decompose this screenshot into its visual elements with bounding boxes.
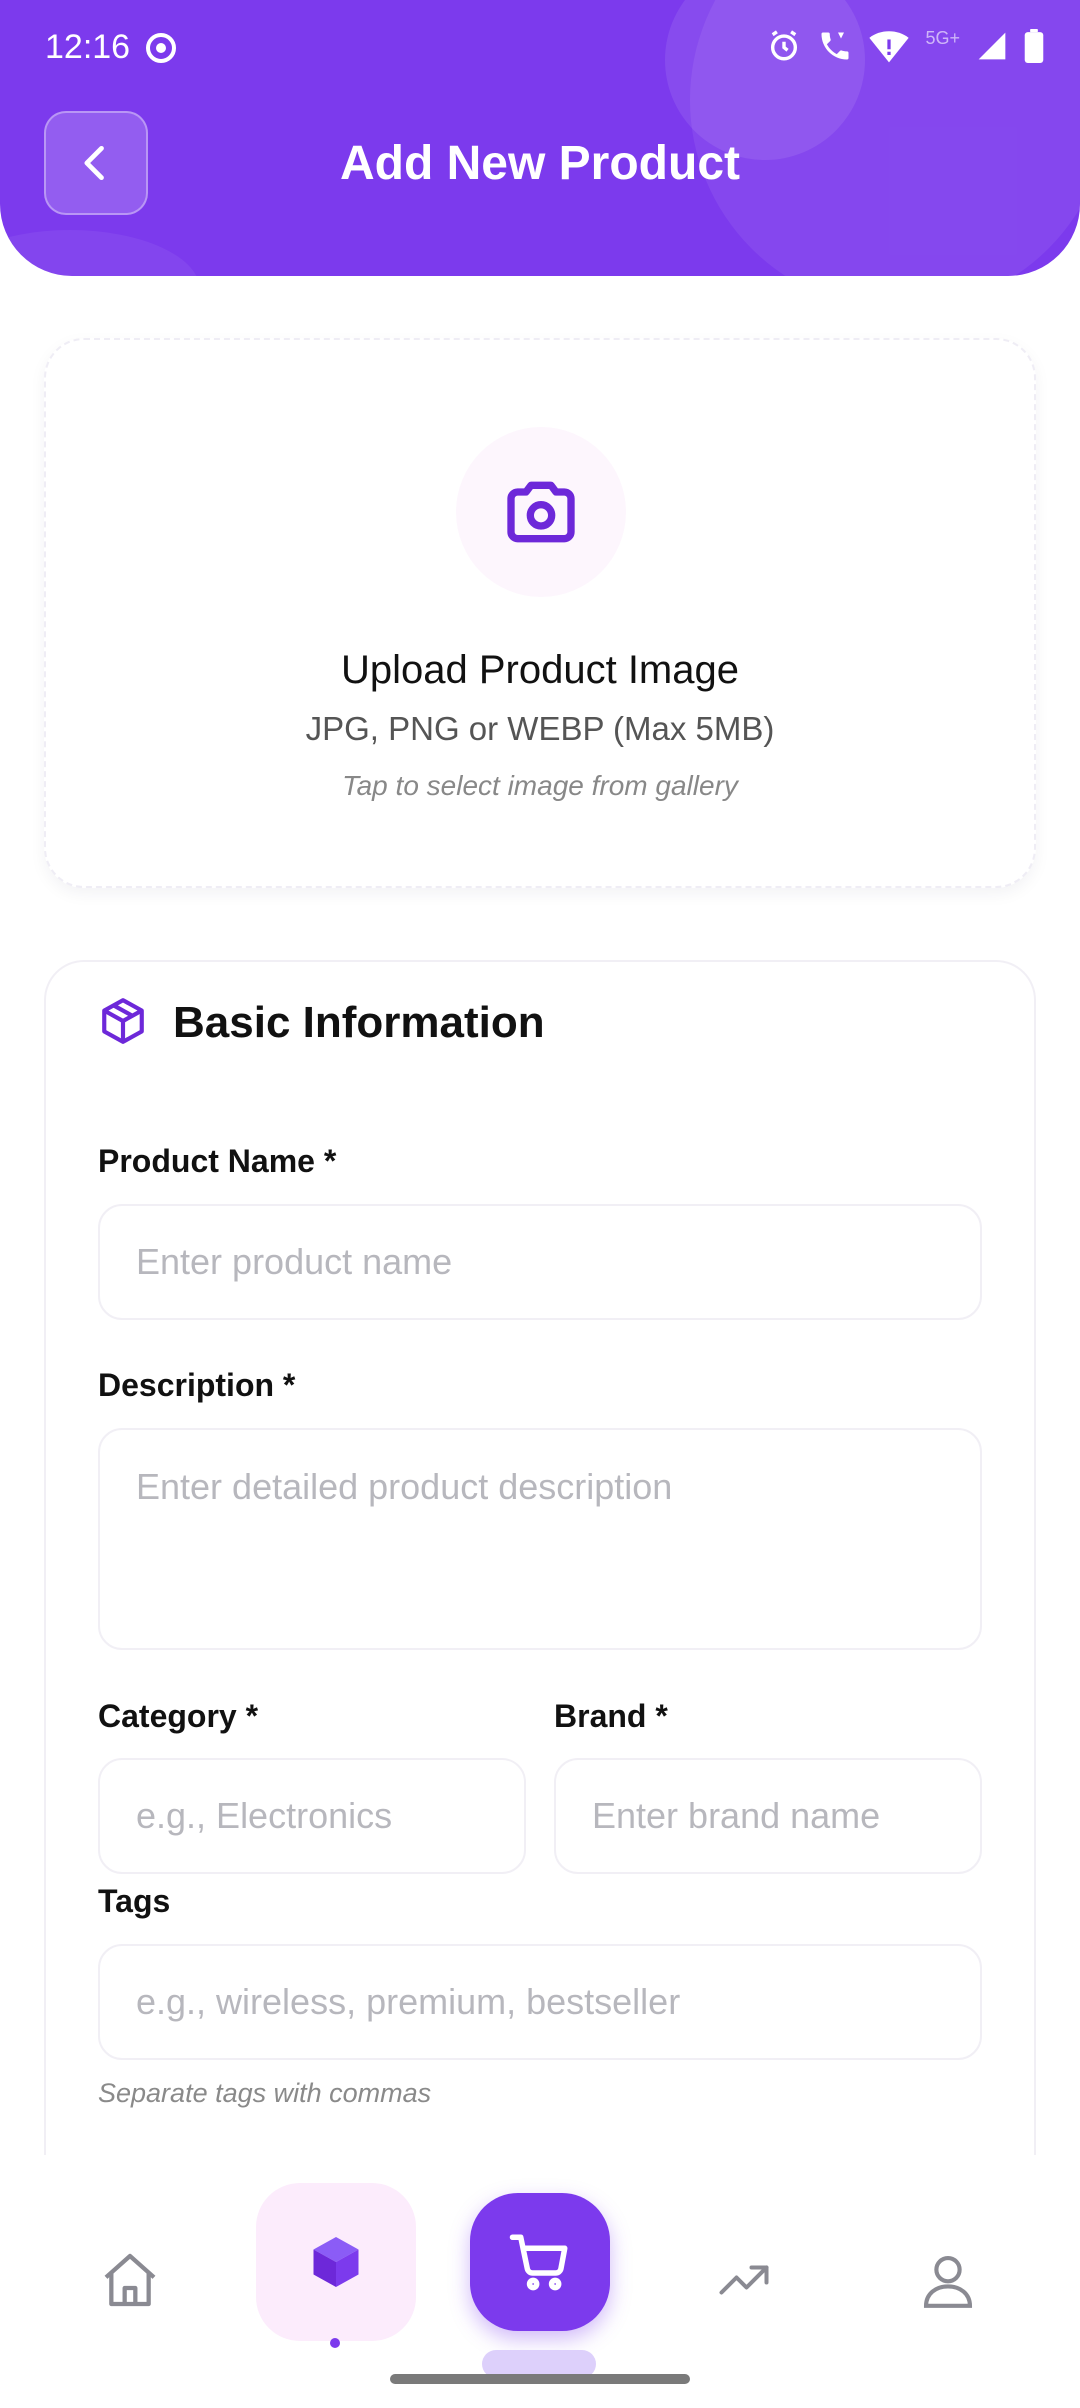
upload-hint: Tap to select image from gallery: [342, 770, 738, 801]
header-decoration: [0, 230, 200, 276]
home-indicator[interactable]: [390, 2374, 690, 2384]
nav-products-icon: [296, 2222, 376, 2302]
nav-cart-button[interactable]: [470, 2193, 610, 2331]
network-type-label: 5G+: [925, 27, 960, 48]
brand-input[interactable]: Enter brand name: [554, 1758, 982, 1874]
section-title: Basic Information: [173, 998, 545, 1047]
status-icons: 5G+: [767, 26, 1044, 66]
package-icon: [313, 2237, 359, 2287]
product-name-label: Product Name *: [98, 1143, 337, 1179]
package-icon: [102, 998, 144, 1044]
product-name-input[interactable]: Enter product name: [98, 1204, 982, 1320]
active-indicator-dot: [330, 2338, 340, 2348]
tags-input[interactable]: e.g., wireless, premium, bestseller: [98, 1944, 982, 2060]
wifi-icon: [869, 31, 910, 63]
user-icon: [923, 2255, 973, 2308]
brand-placeholder: Enter brand name: [592, 1795, 881, 1836]
category-placeholder: e.g., Electronics: [136, 1795, 393, 1836]
description-placeholder: Enter detailed product description: [136, 1466, 673, 1507]
image-upload-card[interactable]: Upload Product Image JPG, PNG or WEBP (M…: [44, 338, 1036, 888]
brand-label: Brand *: [554, 1698, 668, 1734]
camera-icon: [507, 481, 575, 543]
upload-formats: JPG, PNG or WEBP (Max 5MB): [305, 710, 775, 747]
status-bar: 12:16 5G+: [0, 0, 1080, 96]
tags-label: Tags: [98, 1883, 171, 1919]
recording-icon: [146, 33, 176, 63]
wifi-call-icon: [821, 32, 849, 60]
tags-helper-text: Separate tags with commas: [98, 2078, 432, 2108]
tags-placeholder: e.g., wireless, premium, bestseller: [136, 1981, 681, 2022]
signal-icon: [978, 32, 1006, 60]
page-title: Add New Product: [339, 137, 740, 190]
cart-icon: [509, 2234, 568, 2291]
nav-profile[interactable]: [908, 2240, 988, 2320]
description-label: Description *: [98, 1367, 296, 1403]
nav-home[interactable]: [90, 2240, 170, 2320]
category-label: Category *: [98, 1698, 259, 1734]
product-name-placeholder: Enter product name: [136, 1241, 453, 1282]
app-header: 12:16 5G+ Add New Product: [0, 0, 1080, 276]
battery-icon: [1024, 29, 1044, 63]
alarm-icon: [771, 30, 798, 61]
trending-icon: [719, 2265, 769, 2295]
nav-analytics[interactable]: [704, 2240, 784, 2320]
upload-title: Upload Product Image: [340, 648, 739, 692]
description-textarea[interactable]: Enter detailed product description: [98, 1428, 982, 1650]
status-time: 12:16: [45, 28, 131, 66]
category-input[interactable]: e.g., Electronics: [98, 1758, 526, 1874]
home-icon: [104, 2253, 156, 2307]
camera-icon-wrapper: [456, 427, 626, 597]
